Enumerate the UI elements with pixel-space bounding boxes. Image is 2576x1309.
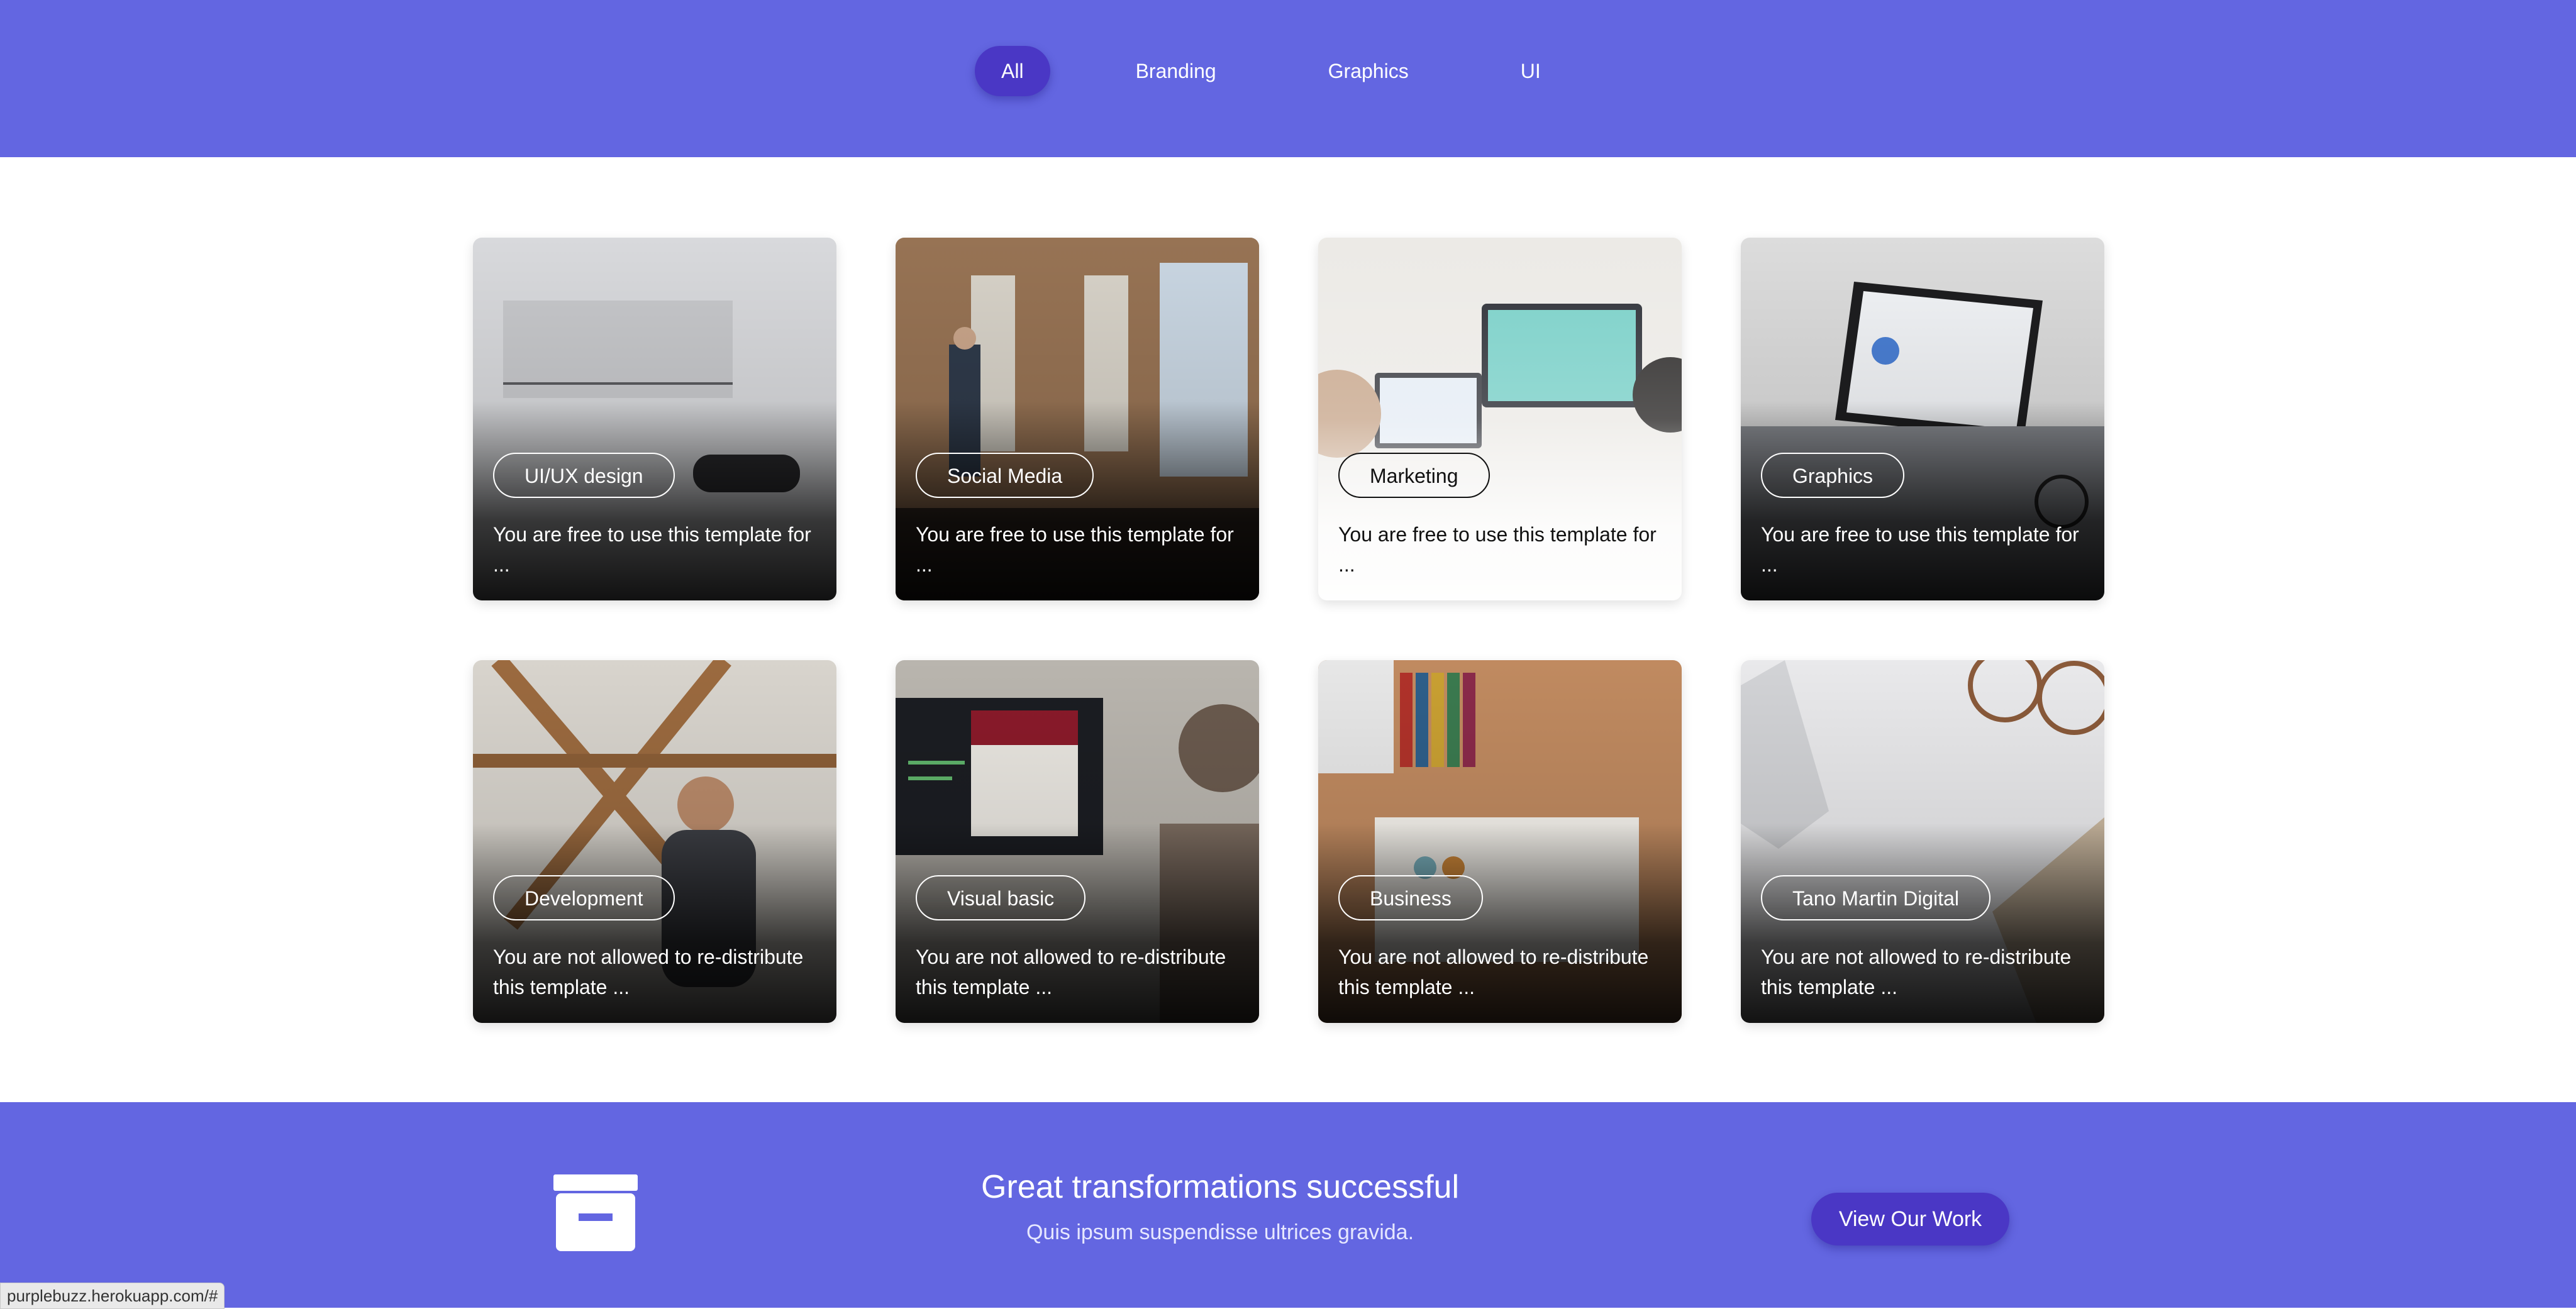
card-category-tag[interactable]: UI/UX design bbox=[493, 453, 675, 498]
portfolio-card[interactable]: Social Media You are free to use this te… bbox=[896, 238, 1259, 600]
filter-ui[interactable]: UI bbox=[1494, 46, 1567, 96]
portfolio-card[interactable]: Marketing You are free to use this templ… bbox=[1318, 238, 1682, 600]
portfolio-card[interactable]: Business You are not allowed to re-distr… bbox=[1318, 660, 1682, 1023]
card-description: You are not allowed to re-distribute thi… bbox=[493, 946, 804, 998]
card-description: You are not allowed to re-distribute thi… bbox=[1338, 946, 1649, 998]
card-description: You are not allowed to re-distribute thi… bbox=[916, 946, 1226, 998]
portfolio-card[interactable]: Visual basic You are not allowed to re-d… bbox=[896, 660, 1259, 1023]
card-category-tag[interactable]: Development bbox=[493, 875, 675, 920]
archive-box-icon bbox=[553, 1174, 638, 1251]
promo-subtitle: Quis ipsum suspendisse ultrices gravida. bbox=[1026, 1220, 1414, 1244]
card-category-tag[interactable]: Tano Martin Digital bbox=[1761, 875, 1990, 920]
card-category-tag[interactable]: Business bbox=[1338, 875, 1483, 920]
card-description: You are free to use this template for ..… bbox=[493, 523, 811, 576]
portfolio-card[interactable]: Development You are not allowed to re-di… bbox=[473, 660, 836, 1023]
card-category-tag[interactable]: Graphics bbox=[1761, 453, 1905, 498]
card-description: You are free to use this template for ..… bbox=[1761, 523, 2079, 576]
portfolio-filter-nav: All Branding Graphics UI bbox=[975, 46, 1567, 96]
card-category-tag[interactable]: Marketing bbox=[1338, 453, 1490, 498]
filter-graphics[interactable]: Graphics bbox=[1302, 46, 1435, 96]
filter-all[interactable]: All bbox=[975, 46, 1050, 96]
card-description: You are not allowed to re-distribute thi… bbox=[1761, 946, 2072, 998]
card-category-tag[interactable]: Social Media bbox=[916, 453, 1094, 498]
status-bar-url: purplebuzz.herokuapp.com/# bbox=[0, 1283, 225, 1309]
view-our-work-button[interactable]: View Our Work bbox=[1811, 1193, 2009, 1245]
portfolio-card[interactable]: Graphics You are free to use this templa… bbox=[1741, 238, 2104, 600]
card-description: You are free to use this template for ..… bbox=[1338, 523, 1657, 576]
portfolio-card[interactable]: UI/UX design You are free to use this te… bbox=[473, 238, 836, 600]
card-category-tag[interactable]: Visual basic bbox=[916, 875, 1086, 920]
filter-branding[interactable]: Branding bbox=[1109, 46, 1243, 96]
portfolio-card[interactable]: Tano Martin Digital You are not allowed … bbox=[1741, 660, 2104, 1023]
card-description: You are free to use this template for ..… bbox=[916, 523, 1234, 576]
promo-title: Great transformations successful bbox=[980, 1169, 1460, 1205]
